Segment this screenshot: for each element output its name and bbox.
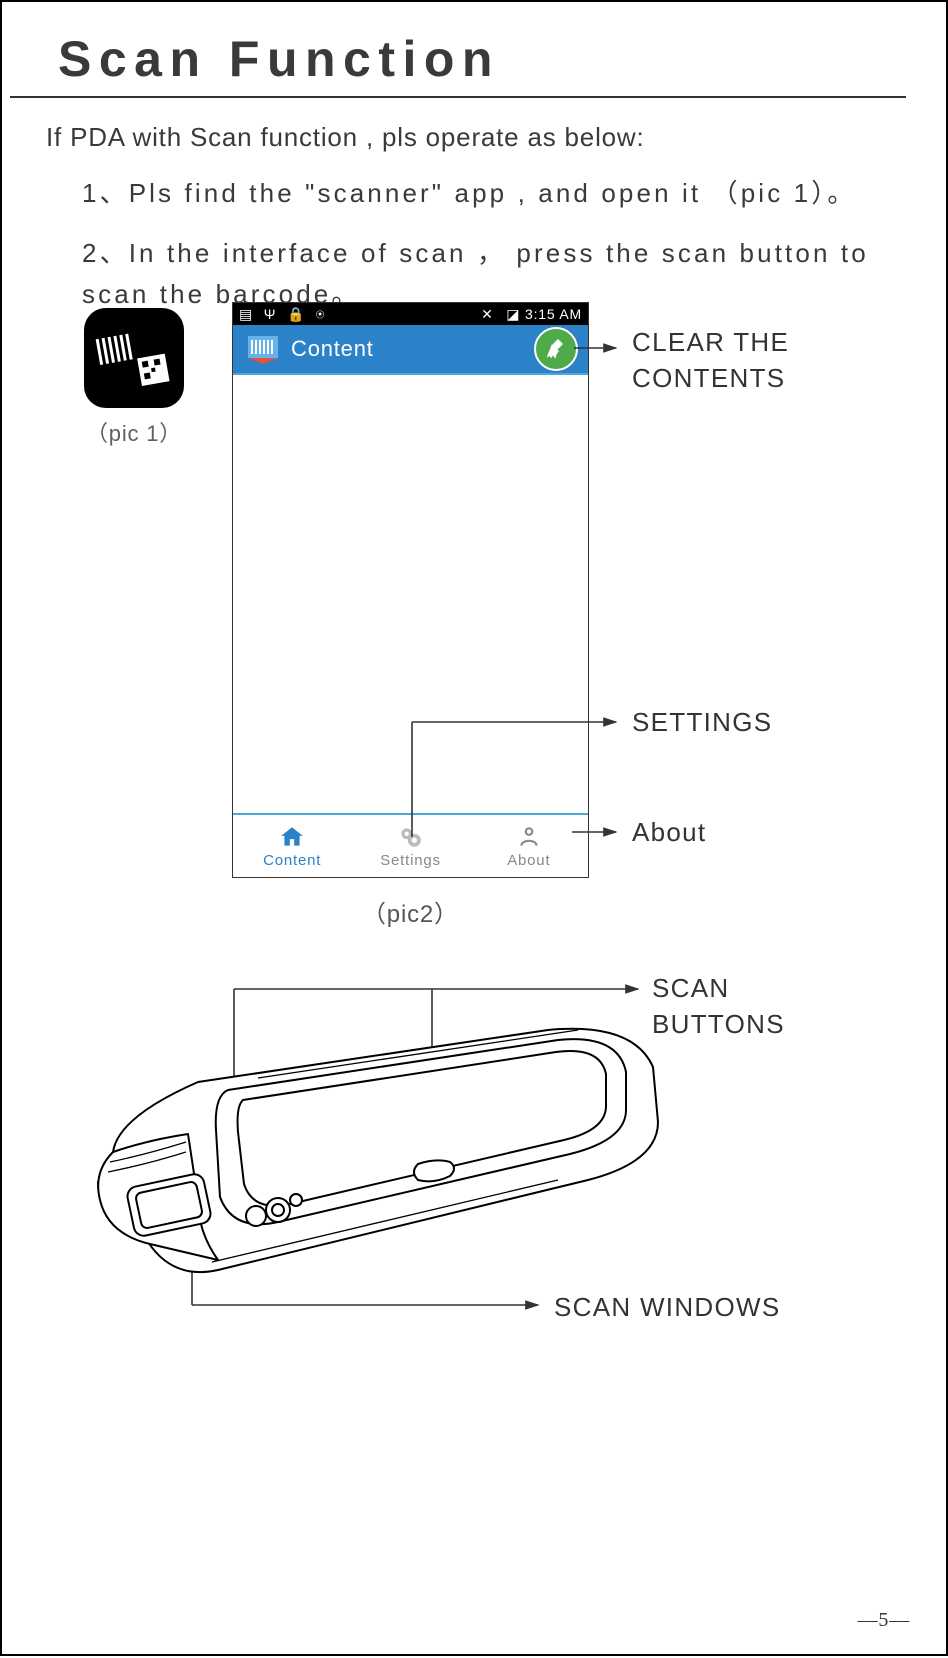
label-clear: CLEAR THECONTENTS <box>632 324 789 397</box>
scanner-app-icon <box>84 308 184 408</box>
page-number: —5— <box>858 1609 910 1632</box>
battery-icon: ◪ <box>506 306 520 322</box>
tab-settings-label: Settings <box>380 852 441 869</box>
device-illustration <box>78 1012 674 1302</box>
label-settings: SETTINGS <box>632 707 772 738</box>
status-bar: ▤ Ψ 🔒 ⍟ ✕ ◪ 3:15 AM <box>233 303 588 325</box>
intro-text: If PDA with Scan function , pls operate … <box>2 116 946 153</box>
usb-icon: Ψ <box>264 306 277 322</box>
close-icon: ✕ <box>481 306 494 322</box>
scan-content-area <box>233 373 588 815</box>
tab-settings[interactable]: Settings <box>351 815 469 877</box>
status-time: 3:15 AM <box>525 306 582 322</box>
header-title: Content <box>291 336 374 362</box>
sim-icon: ▤ <box>239 306 253 322</box>
tab-about[interactable]: About <box>470 815 588 877</box>
barcode-icon <box>243 329 283 369</box>
label-about: About <box>632 817 706 848</box>
tab-content[interactable]: Content <box>233 815 351 877</box>
android-icon: ⍟ <box>316 306 325 322</box>
tab-about-label: About <box>507 852 550 869</box>
tab-content-label: Content <box>263 852 321 869</box>
app-screenshot: ▤ Ψ 🔒 ⍟ ✕ ◪ 3:15 AM <box>232 302 589 878</box>
page-title: Scan Function <box>10 2 906 98</box>
caption-pic2: （pic2） <box>362 894 459 929</box>
lock-icon: 🔒 <box>287 306 305 322</box>
caption-pic1: （pic 1） <box>86 416 182 448</box>
step-1: 1、Pls find the "scanner" app , and open … <box>82 173 886 215</box>
clear-button[interactable] <box>534 327 578 371</box>
